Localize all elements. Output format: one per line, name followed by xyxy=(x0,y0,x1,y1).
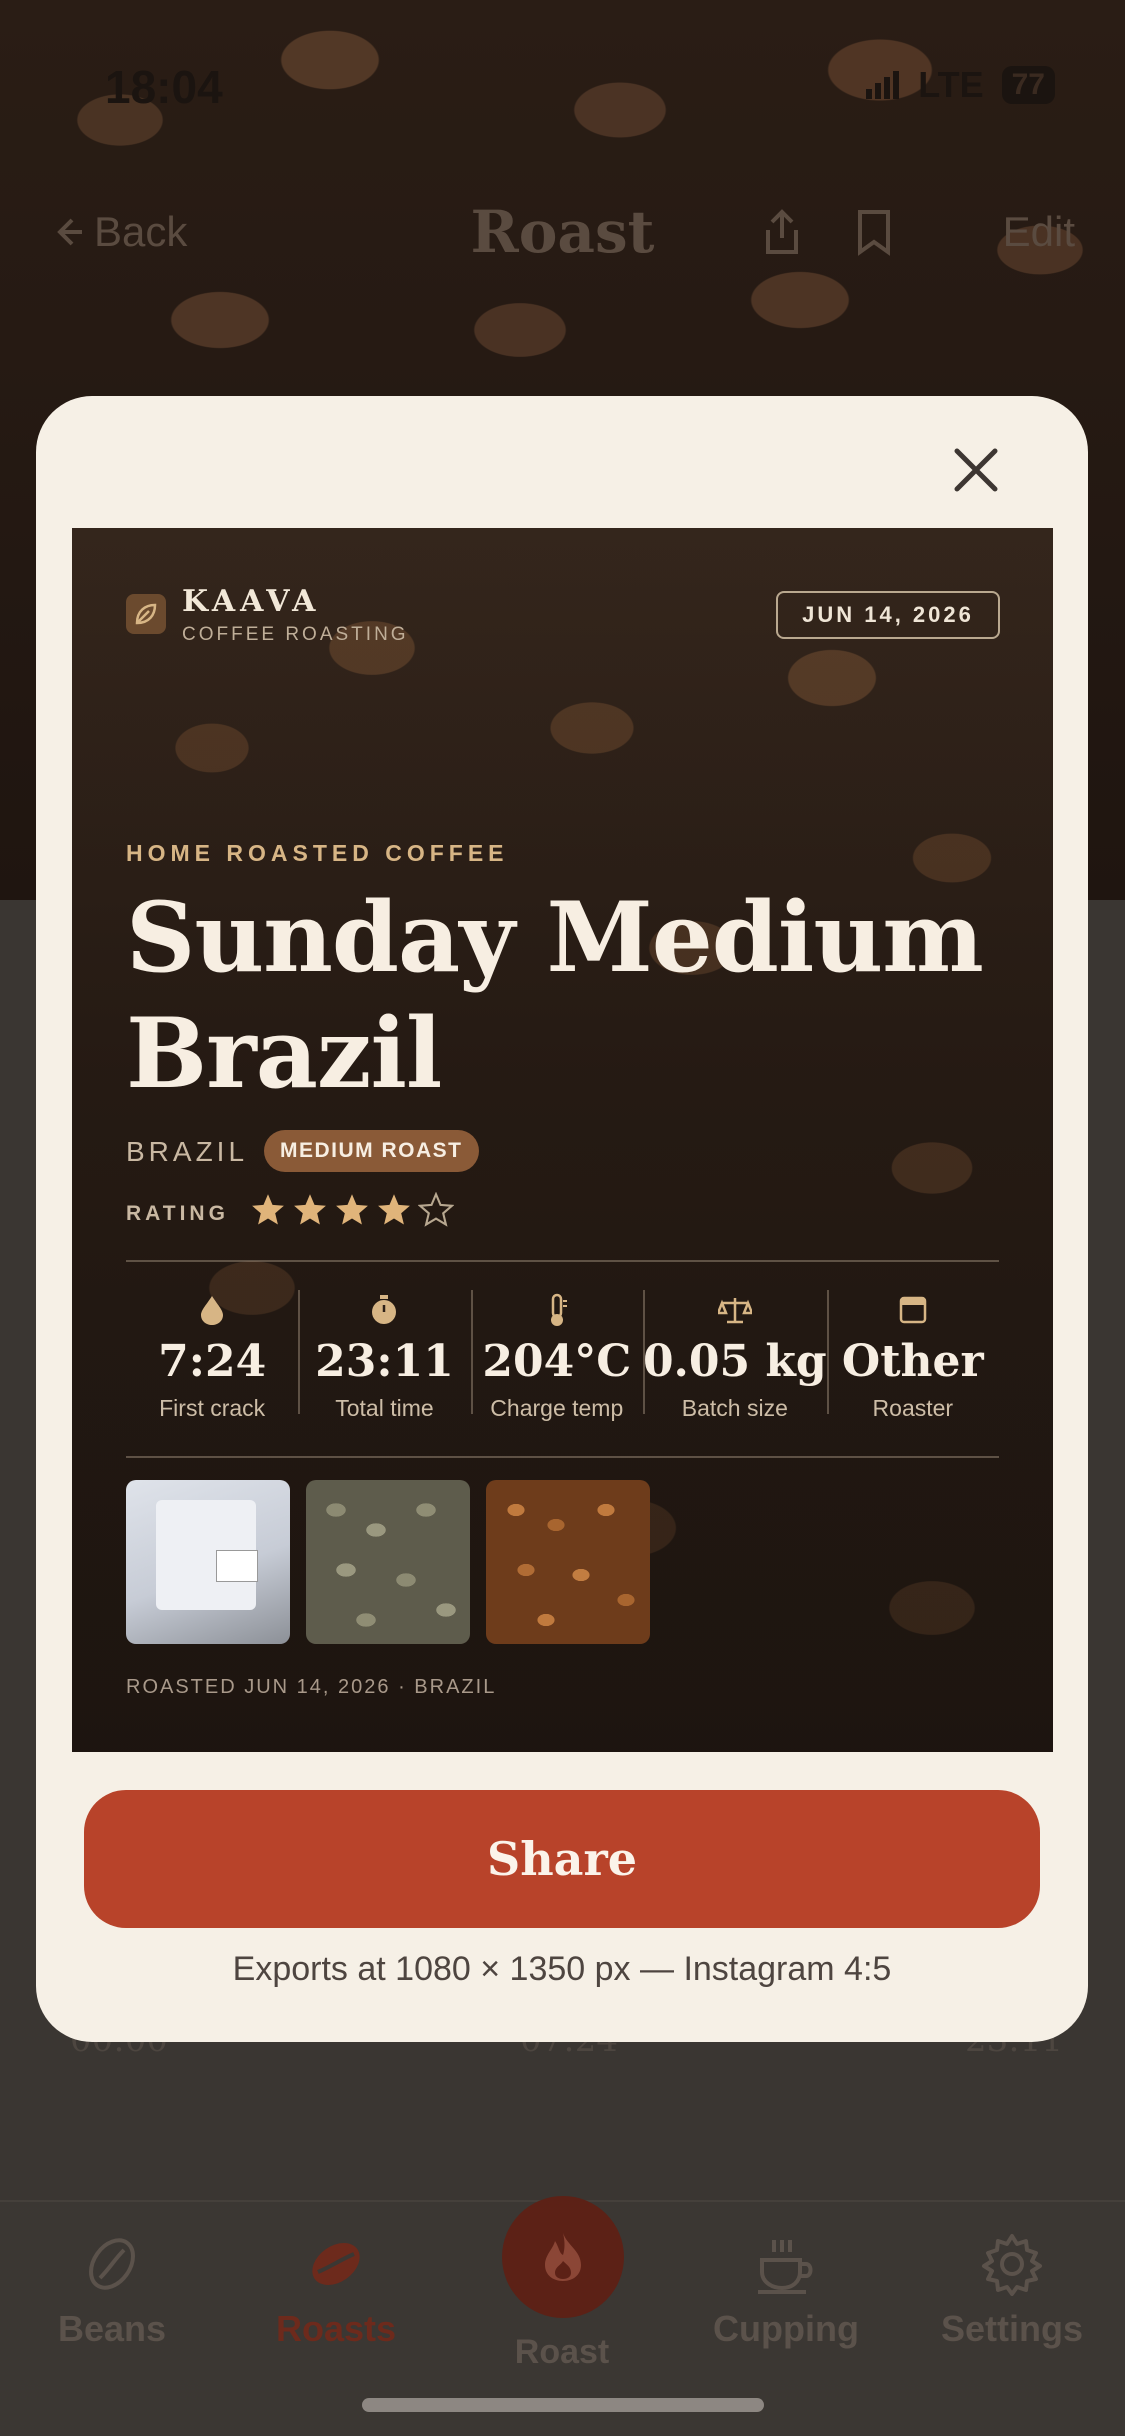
export-note: Exports at 1080 × 1350 px — Instagram 4:… xyxy=(232,1950,892,1988)
star-empty-icon xyxy=(418,1192,454,1227)
bag-photo xyxy=(126,1480,290,1644)
share-icon[interactable] xyxy=(760,208,804,256)
stat-label: Roaster xyxy=(872,1395,954,1421)
brand-logo xyxy=(126,594,166,634)
flame-icon xyxy=(545,2233,581,2281)
date-badge: JUN 14, 2026 xyxy=(776,591,1000,639)
stat-label: Charge temp xyxy=(490,1395,624,1421)
divider xyxy=(126,1260,999,1262)
battery-icon: 77 xyxy=(1001,66,1055,104)
close-button[interactable] xyxy=(940,434,1012,506)
bookmark-icon[interactable] xyxy=(854,208,894,256)
scale-icon xyxy=(717,1298,752,1324)
roasted-bean-icon xyxy=(312,2243,360,2285)
green-beans-photo xyxy=(306,1480,470,1644)
tab-roast-label: Roast xyxy=(514,2333,610,2371)
cup-icon xyxy=(758,2240,813,2294)
star-icon xyxy=(294,1194,326,1225)
stat-value: 0.05 kg xyxy=(642,1336,827,1387)
card-footer: ROASTED JUN 14, 2026 · BRAZIL xyxy=(126,1676,497,1698)
stat-label: Total time xyxy=(335,1395,434,1421)
drop-icon xyxy=(201,1296,224,1325)
share-button[interactable]: Share xyxy=(84,1790,1040,1928)
roast-stats: 7:24 First crack 23:11 Total time 204°C … xyxy=(126,1270,999,1450)
close-icon xyxy=(954,448,998,492)
stat-value: Other xyxy=(841,1336,984,1387)
network-label: LTE xyxy=(918,64,984,105)
brand-subtitle: COFFEE ROASTING xyxy=(182,624,409,645)
stat-batch-size: 0.05 kg Batch size xyxy=(642,1270,827,1450)
tab-settings[interactable]: Settings xyxy=(912,2232,1112,2350)
roast-name: Sunday Medium Brazil xyxy=(126,881,984,1110)
status-indicators: LTE 77 xyxy=(866,64,1055,106)
tab-cupping-label: Cupping xyxy=(713,2308,859,2349)
tab-beans[interactable]: Beans xyxy=(12,2232,212,2350)
nav-actions xyxy=(760,208,894,256)
rating-stars xyxy=(250,1192,454,1228)
tab-roasts-label: Roasts xyxy=(275,2308,397,2349)
brand-name: KAAVA xyxy=(182,584,321,619)
card-kicker: HOME ROASTED COFFEE xyxy=(126,840,509,866)
stat-first-crack: 7:24 First crack xyxy=(126,1270,298,1450)
star-icon xyxy=(336,1194,368,1225)
photo-strip xyxy=(126,1480,650,1644)
tab-settings-label: Settings xyxy=(940,2308,1083,2349)
star-icon xyxy=(378,1194,410,1225)
roast-fab-button[interactable] xyxy=(502,2196,624,2318)
stat-label: First crack xyxy=(159,1395,266,1421)
tab-roasts[interactable]: Roasts xyxy=(236,2232,436,2350)
bean-icon xyxy=(89,2238,135,2290)
stopwatch-icon xyxy=(372,1295,397,1324)
top-nav: Back Roast Edit xyxy=(0,190,1125,280)
page-title: Roast xyxy=(470,198,655,266)
status-bar: 18:04 LTE 77 xyxy=(0,50,1125,130)
roast-level-badge: MEDIUM ROAST xyxy=(264,1130,479,1172)
tab-cupping[interactable]: Cupping xyxy=(686,2232,886,2350)
roasted-beans-photo xyxy=(486,1480,650,1644)
origin-label: BRAZIL xyxy=(126,1136,249,1167)
home-indicator xyxy=(362,2398,764,2412)
share-card-preview: KAAVA COFFEE ROASTING JUN 14, 2026 HOME … xyxy=(72,528,1053,1752)
edit-button[interactable]: Edit xyxy=(1003,208,1075,256)
divider xyxy=(126,1456,999,1458)
star-icon xyxy=(252,1194,284,1225)
stat-roaster: Other Roaster xyxy=(826,1270,999,1450)
status-time: 18:04 xyxy=(105,61,223,113)
thermometer-icon xyxy=(550,1293,567,1326)
stat-value: 23:11 xyxy=(315,1336,454,1387)
stat-value: 204°C xyxy=(482,1336,632,1387)
rating-label: RATING xyxy=(126,1202,229,1225)
leaf-icon xyxy=(135,603,157,625)
gear-icon xyxy=(982,2234,1042,2296)
tab-beans-label: Beans xyxy=(57,2308,167,2349)
stat-total-time: 23:11 Total time xyxy=(298,1270,470,1450)
signal-icon xyxy=(866,71,900,99)
stat-charge-temp: 204°C Charge temp xyxy=(470,1270,643,1450)
stat-value: 7:24 xyxy=(158,1336,267,1387)
roaster-icon xyxy=(899,1296,927,1324)
stat-label: Batch size xyxy=(681,1395,788,1421)
